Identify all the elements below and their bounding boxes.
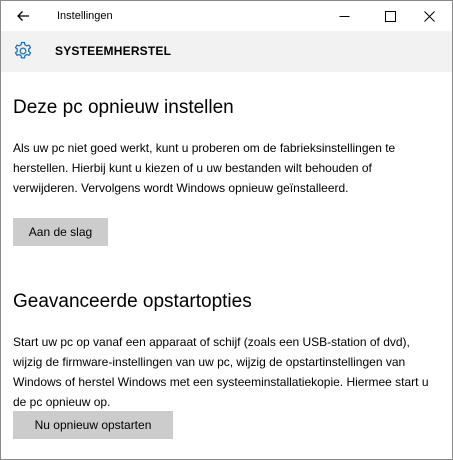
advanced-startup-description: Start uw pc op vanaf een apparaat of sch…: [13, 335, 429, 409]
back-button[interactable]: [1, 1, 45, 31]
restart-now-button[interactable]: Nu opnieuw opstarten: [13, 411, 173, 439]
page-header: SYSTEEMHERSTEL: [1, 31, 452, 72]
app-title: Instellingen: [57, 10, 113, 22]
settings-window: Instellingen SYSTEEMHERSTEL Deze pc opni…: [0, 0, 453, 460]
minimize-button[interactable]: [321, 1, 367, 31]
minimize-icon: [339, 15, 349, 17]
close-button[interactable]: [406, 1, 452, 31]
get-started-button[interactable]: Aan de slag: [13, 218, 108, 246]
maximize-icon: [384, 10, 396, 22]
close-icon: [423, 10, 435, 22]
back-arrow-icon: [17, 11, 29, 21]
page-title: SYSTEEMHERSTEL: [55, 44, 172, 58]
reset-pc-heading: Deze pc opnieuw instellen: [13, 97, 234, 118]
title-bar[interactable]: Instellingen: [1, 1, 452, 31]
advanced-startup-heading: Geavanceerde opstartopties: [13, 291, 252, 312]
reset-pc-description: Als uw pc niet goed werkt, kunt u prober…: [13, 141, 396, 195]
gear-icon: [14, 41, 32, 59]
